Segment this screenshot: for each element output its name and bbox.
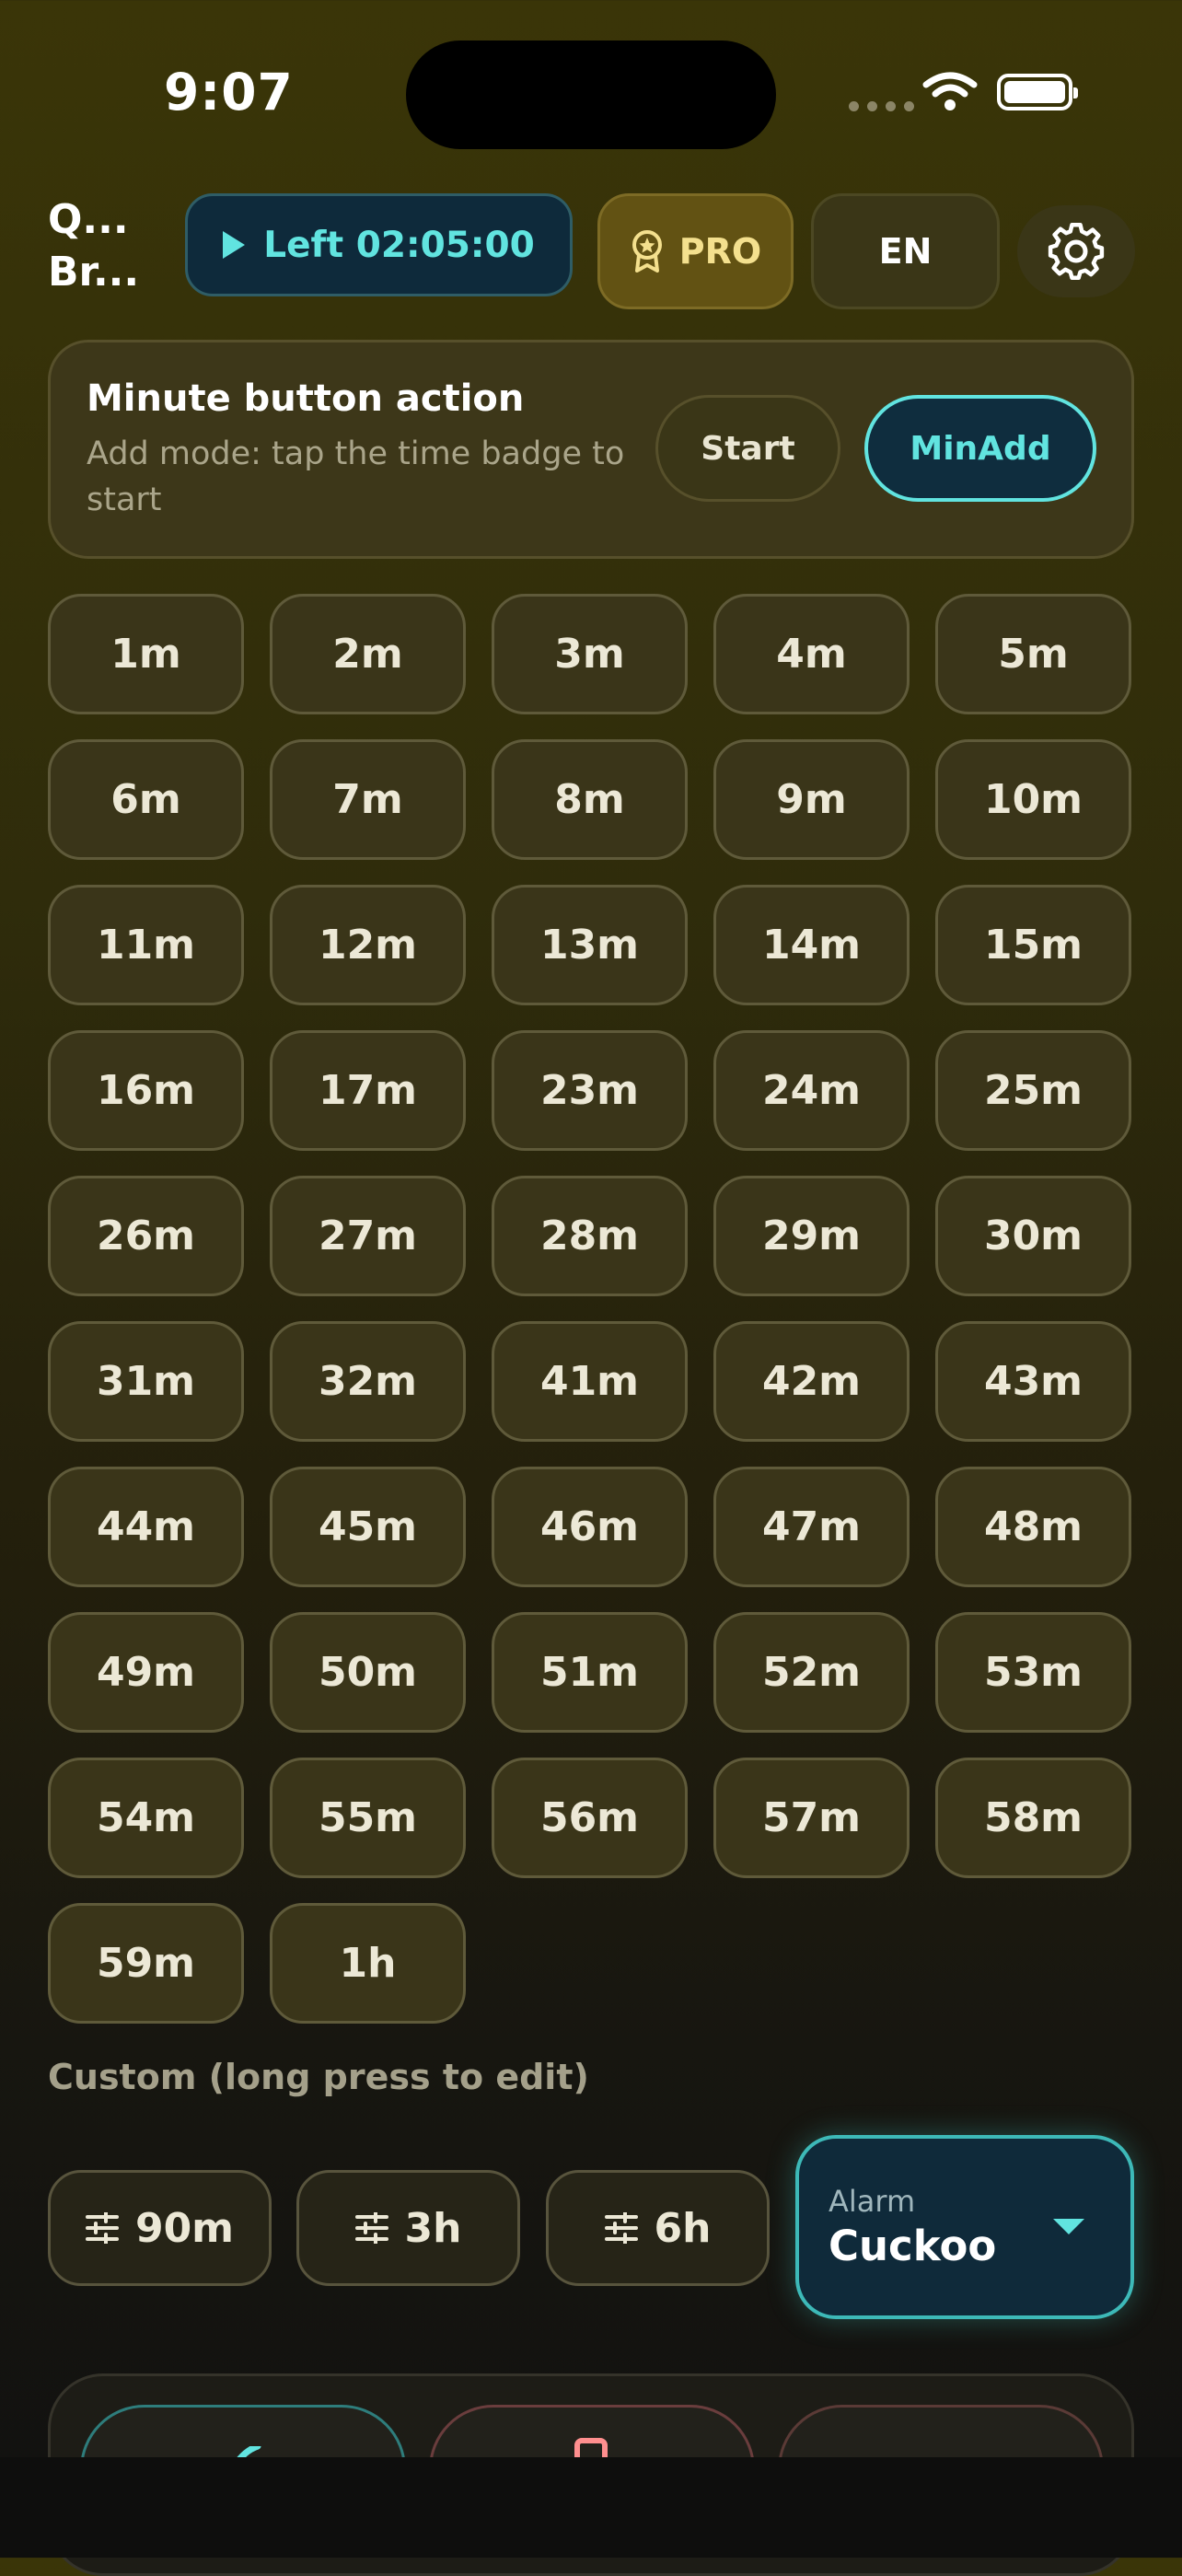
custom-section-label: Custom (long press to edit)	[48, 2057, 589, 2097]
minute-button-52m[interactable]: 52m	[713, 1612, 910, 1733]
minute-button-15m[interactable]: 15m	[935, 885, 1131, 1005]
minute-button-32m[interactable]: 32m	[270, 1321, 466, 1442]
timer-remaining-label: Left 02:05:00	[263, 224, 535, 266]
minute-button-16m[interactable]: 16m	[48, 1030, 244, 1151]
minute-button-45m[interactable]: 45m	[270, 1467, 466, 1587]
cellular-signal-icon	[849, 101, 914, 111]
minute-action-description: Add mode: tap the time badge to start	[87, 435, 625, 518]
custom-button-label: 6h	[654, 2204, 712, 2252]
settings-button[interactable]	[1017, 205, 1135, 297]
minute-button-29m[interactable]: 29m	[713, 1176, 910, 1296]
custom-button-label: 3h	[404, 2204, 462, 2252]
minute-button-59m[interactable]: 59m	[48, 1903, 244, 2024]
app-title-line1: Q...	[48, 196, 129, 243]
minute-button-49m[interactable]: 49m	[48, 1612, 244, 1733]
custom-button-6h[interactable]: 6h	[546, 2170, 770, 2286]
minute-button-2m[interactable]: 2m	[270, 594, 466, 714]
minute-button-51m[interactable]: 51m	[492, 1612, 688, 1733]
sliders-icon	[604, 2212, 638, 2244]
timer-remaining-button[interactable]: Left 02:05:00	[185, 193, 573, 296]
pro-button[interactable]: PRO	[597, 193, 794, 309]
minute-button-8m[interactable]: 8m	[492, 739, 688, 860]
minute-button-30m[interactable]: 30m	[935, 1176, 1131, 1296]
minute-button-1h[interactable]: 1h	[270, 1903, 466, 2024]
minute-button-48m[interactable]: 48m	[935, 1467, 1131, 1587]
app-title-line2: Br...	[48, 249, 140, 296]
minute-button-17m[interactable]: 17m	[270, 1030, 466, 1151]
minute-button-10m[interactable]: 10m	[935, 739, 1131, 860]
minute-button-47m[interactable]: 47m	[713, 1467, 910, 1587]
gear-icon	[1048, 222, 1105, 281]
minute-button-grid: 1m 2m 3m 4m 5m 6m 7m 8m 9m 10m 11m 12m 13m 14m 15m 16m 1…	[48, 594, 1134, 2024]
minute-button-9m[interactable]: 9m	[713, 739, 910, 860]
battery-icon	[997, 74, 1078, 110]
minute-button-42m[interactable]: 42m	[713, 1321, 910, 1442]
minute-button-13m[interactable]: 13m	[492, 885, 688, 1005]
minute-button-1m[interactable]: 1m	[48, 594, 244, 714]
minute-button-26m[interactable]: 26m	[48, 1176, 244, 1296]
minute-button-14m[interactable]: 14m	[713, 885, 910, 1005]
award-badge-icon	[632, 230, 662, 273]
alarm-selected-value: Cuckoo	[829, 2222, 997, 2270]
minute-button-50m[interactable]: 50m	[270, 1612, 466, 1733]
home-indicator-area	[0, 2457, 1182, 2558]
minute-button-56m[interactable]: 56m	[492, 1758, 688, 1878]
custom-button-label: 90m	[134, 2204, 235, 2252]
minute-button-3m[interactable]: 3m	[492, 594, 688, 714]
minute-button-54m[interactable]: 54m	[48, 1758, 244, 1878]
app-title: Q... Br...	[48, 193, 168, 298]
minute-button-28m[interactable]: 28m	[492, 1176, 688, 1296]
minute-button-55m[interactable]: 55m	[270, 1758, 466, 1878]
minute-button-57m[interactable]: 57m	[713, 1758, 910, 1878]
pro-label: PRO	[678, 231, 762, 272]
custom-button-3h[interactable]: 3h	[296, 2170, 520, 2286]
minute-action-title: Minute button action	[87, 377, 525, 420]
minute-button-24m[interactable]: 24m	[713, 1030, 910, 1151]
minute-button-25m[interactable]: 25m	[935, 1030, 1131, 1151]
minute-button-43m[interactable]: 43m	[935, 1321, 1131, 1442]
alarm-label: Alarm	[829, 2184, 916, 2219]
language-button[interactable]: EN	[811, 193, 1000, 309]
minute-button-31m[interactable]: 31m	[48, 1321, 244, 1442]
dynamic-island	[406, 41, 776, 149]
minute-button-5m[interactable]: 5m	[935, 594, 1131, 714]
minute-button-58m[interactable]: 58m	[935, 1758, 1131, 1878]
minute-button-27m[interactable]: 27m	[270, 1176, 466, 1296]
sliders-icon	[354, 2212, 388, 2244]
minute-button-4m[interactable]: 4m	[713, 594, 910, 714]
minute-button-11m[interactable]: 11m	[48, 885, 244, 1005]
play-icon	[223, 231, 246, 259]
minute-button-23m[interactable]: 23m	[492, 1030, 688, 1151]
minute-button-44m[interactable]: 44m	[48, 1467, 244, 1587]
start-mode-button[interactable]: Start	[655, 395, 840, 502]
wifi-icon	[922, 72, 978, 110]
sliders-icon	[85, 2212, 119, 2244]
caret-down-icon	[1053, 2219, 1084, 2234]
minute-button-7m[interactable]: 7m	[270, 739, 466, 860]
minute-button-12m[interactable]: 12m	[270, 885, 466, 1005]
custom-button-90m[interactable]: 90m	[48, 2170, 272, 2286]
minute-button-53m[interactable]: 53m	[935, 1612, 1131, 1733]
minute-button-46m[interactable]: 46m	[492, 1467, 688, 1587]
minute-button-6m[interactable]: 6m	[48, 739, 244, 860]
minute-button-41m[interactable]: 41m	[492, 1321, 688, 1442]
minadd-mode-button[interactable]: MinAdd	[864, 395, 1096, 502]
status-time: 9:07	[164, 63, 294, 122]
